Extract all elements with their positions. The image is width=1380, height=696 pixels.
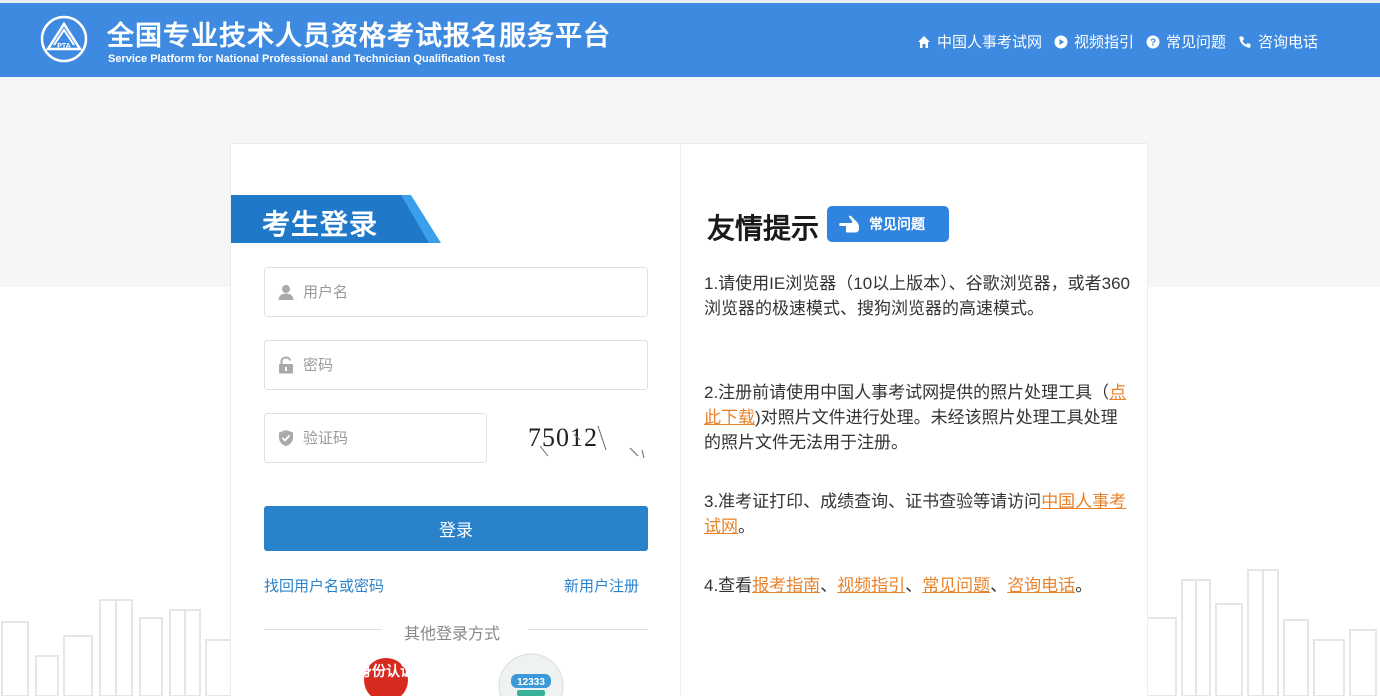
logo-text: PTA <box>57 43 70 50</box>
password-input[interactable] <box>303 356 603 374</box>
header-top-line <box>0 0 1380 3</box>
shield-icon <box>279 430 293 447</box>
nav-cpta-link[interactable]: 中国人事考试网 <box>917 31 1042 52</box>
separator: 、 <box>820 576 838 595</box>
captcha-field-box <box>264 413 487 463</box>
city-skyline-left <box>1 599 237 696</box>
tip-resources-text-a: 4.查看 <box>704 576 753 595</box>
tip-cpta: 3.准考证打印、成绩查询、证书查验等请访问中国人事考试网。 <box>704 489 1132 539</box>
login-heading: 考生登录 <box>262 209 379 240</box>
username-field-box <box>264 267 648 317</box>
divider-line-right <box>528 629 648 630</box>
site-title: 全国专业技术人员资格考试报名服务平台 <box>107 21 611 51</box>
faq-badge-label: 常见问题 <box>869 216 925 232</box>
home-icon <box>917 35 930 48</box>
password-field-box <box>264 340 648 390</box>
tip-photo-tool: 2.注册前请使用中国人事考试网提供的照片处理工具（点此下载)对照片文件进行处理。… <box>704 380 1132 455</box>
exam-guide-link[interactable]: 报考指南 <box>752 576 820 595</box>
tip-browser: 1.请使用IE浏览器（10以上版本）、谷歌浏览器，或者360浏览器的极速模式、搜… <box>704 274 1131 318</box>
nav-faq-label: 常见问题 <box>1165 34 1226 51</box>
hotline-12333-login-icon[interactable]: 12333 <box>497 652 565 696</box>
hotline-link[interactable]: 咨询电话 <box>1007 576 1075 595</box>
tip-photo-text-b: )对照片文件进行处理。未经该照片处理工具处理的照片文件无法用于注册。 <box>704 408 1118 452</box>
tip-resources: 4.查看报考指南、视频指引、常见问题、咨询电话。 <box>704 573 1132 598</box>
other-login-divider: 其他登录方式 <box>264 618 648 643</box>
other-login-label: 其他登录方式 <box>404 626 501 643</box>
pointing-hand-icon <box>839 215 859 233</box>
tips-title: 友情提示 <box>707 213 820 244</box>
city-skyline-right <box>1145 569 1377 696</box>
separator: 、 <box>905 576 923 595</box>
faq-badge-button[interactable]: 常见问题 <box>827 206 949 242</box>
captcha-input[interactable] <box>303 429 483 447</box>
top-nav: 中国人事考试网 视频指引 ? 常见问题 咨询电话 <box>905 31 1318 52</box>
captcha-text: 75012 <box>528 423 598 452</box>
forgot-credentials-link[interactable]: 找回用户名或密码 <box>264 575 384 596</box>
site-subtitle: Service Platform for National Profession… <box>108 53 505 65</box>
question-icon: ? <box>1146 35 1160 48</box>
nav-hotline-link[interactable]: 咨询电话 <box>1238 31 1318 52</box>
nav-video-guide-link[interactable]: 视频指引 <box>1054 31 1134 52</box>
login-card: 考生登录 75012 登录 找回用户名或密码 新用户注册 其他登录方式 <box>230 143 1148 696</box>
faq-link[interactable]: 常见问题 <box>922 576 990 595</box>
lock-icon <box>279 356 293 374</box>
login-button[interactable]: 登录 <box>264 506 648 551</box>
video-guide-link[interactable]: 视频指引 <box>837 576 905 595</box>
tip-photo-text-a: 2.注册前请使用中国人事考试网提供的照片处理工具（ <box>704 383 1110 402</box>
header-bar: PTA 全国专业技术人员资格考试报名服务平台 Service Platform … <box>0 0 1380 77</box>
nav-cpta-label: 中国人事考试网 <box>936 34 1042 51</box>
tip-cpta-text-a: 3.准考证打印、成绩查询、证书查验等请访问 <box>704 492 1042 511</box>
username-input[interactable] <box>303 283 603 301</box>
nav-faq-link[interactable]: ? 常见问题 <box>1146 31 1226 52</box>
captcha-image[interactable]: 75012 <box>526 412 648 462</box>
card-divider <box>680 144 681 696</box>
svg-text:?: ? <box>1150 37 1156 48</box>
id-auth-login-icon[interactable]: 身份认证 <box>364 654 408 696</box>
id-auth-text: 身份认证 <box>364 663 408 680</box>
divider-line-left <box>264 629 382 630</box>
nav-hotline-label: 咨询电话 <box>1257 34 1318 51</box>
user-icon <box>278 285 294 300</box>
tip-resources-text-b: 。 <box>1075 576 1093 595</box>
svg-text:身份认证: 身份认证 <box>364 663 408 680</box>
tip-cpta-text-b: 。 <box>738 517 755 536</box>
hotline-12333-text: 12333 <box>517 677 545 688</box>
nav-video-guide-label: 视频指引 <box>1073 34 1134 51</box>
phone-icon <box>1239 36 1251 48</box>
pta-logo-icon: PTA <box>40 15 88 63</box>
separator: 、 <box>990 576 1008 595</box>
play-icon <box>1054 35 1068 48</box>
register-link[interactable]: 新用户注册 <box>564 575 639 596</box>
